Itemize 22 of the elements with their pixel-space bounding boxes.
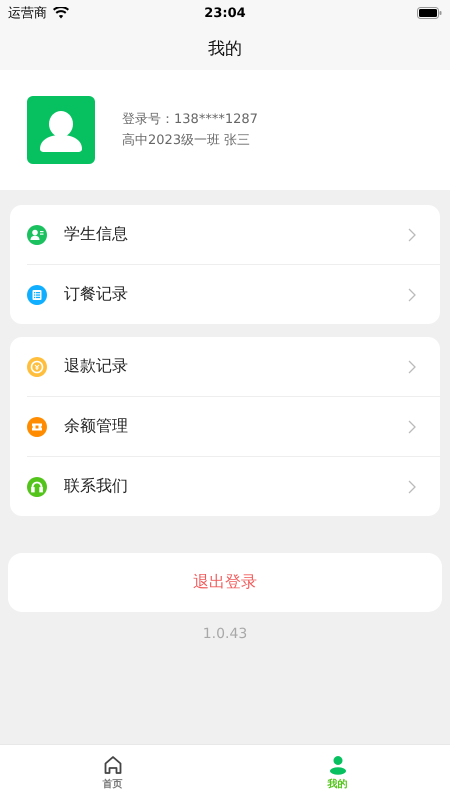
menu-item[interactable]: 联系我们 (27, 456, 440, 516)
menu-item[interactable]: 余额管理 (27, 396, 440, 456)
tab-item[interactable]: 首页 (0, 745, 225, 800)
page-title: 我的 (208, 38, 242, 60)
menu-item[interactable]: 订餐记录 (27, 264, 440, 324)
menu-item[interactable]: 学生信息 (27, 205, 440, 264)
login-number: 登录号：138****1287 (122, 111, 258, 128)
avatar-icon (27, 96, 95, 164)
battery-icon (417, 7, 442, 19)
chevron-icon (408, 480, 416, 494)
carrier-name: 运营商 (8, 5, 47, 22)
home-icon (102, 754, 122, 774)
version-text: 1.0.43 (202, 626, 248, 642)
chevron-icon (408, 420, 416, 434)
chevron-icon (408, 228, 416, 242)
chevron-icon (408, 360, 416, 374)
wifi-icon (53, 7, 69, 19)
chevron-icon (408, 288, 416, 302)
status-time: 23:04 (204, 6, 246, 20)
menu-item[interactable]: 退款记录 (27, 337, 440, 396)
class-name: 高中2023级一班 张三 (122, 132, 252, 149)
person-icon (328, 754, 348, 774)
